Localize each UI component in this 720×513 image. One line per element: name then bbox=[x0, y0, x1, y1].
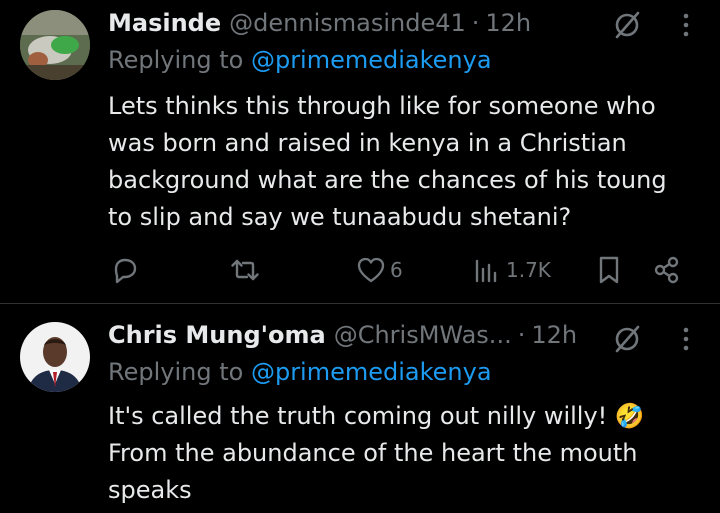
display-name[interactable]: Masinde bbox=[108, 9, 221, 37]
grok-icon[interactable] bbox=[612, 10, 642, 40]
avatar-image bbox=[20, 10, 90, 80]
tweet-text-line: Lets thinks this through like for someon… bbox=[108, 92, 656, 120]
views-icon bbox=[475, 259, 497, 283]
replying-to: Replying to @primemediakenya bbox=[108, 358, 492, 386]
reply-icon bbox=[114, 258, 137, 284]
more-icon[interactable] bbox=[678, 10, 694, 40]
action-bar: 6 1.7K bbox=[108, 252, 698, 288]
reply-button[interactable] bbox=[108, 252, 142, 288]
tweet[interactable]: Masinde @dennismasinde41 · 12h Replying … bbox=[0, 0, 720, 304]
retweet-button[interactable] bbox=[228, 252, 262, 288]
timestamp[interactable]: 12h bbox=[531, 321, 577, 349]
avatar-image bbox=[20, 322, 90, 392]
tweet-text-line: speaks bbox=[108, 476, 192, 504]
views-button[interactable]: 1.7K bbox=[472, 252, 551, 288]
user-handle[interactable]: @dennismasinde41 bbox=[229, 9, 466, 37]
tweet-text-line: to slip and say we tunaabudu shetani? bbox=[108, 203, 572, 231]
like-count: 6 bbox=[390, 258, 403, 282]
tweet-text: Lets thinks this through like for someon… bbox=[108, 88, 698, 236]
grok-icon[interactable] bbox=[612, 324, 642, 354]
like-icon bbox=[357, 257, 385, 283]
replying-prefix: Replying to bbox=[108, 46, 244, 74]
tweet[interactable]: Chris Mung'oma @ChrisMWas... · 12h Reply… bbox=[0, 304, 720, 513]
tweet-text-line: From the abundance of the heart the mout… bbox=[108, 439, 638, 467]
replying-prefix: Replying to bbox=[108, 358, 244, 386]
like-button[interactable]: 6 bbox=[356, 252, 403, 288]
separator: · bbox=[517, 321, 526, 349]
avatar[interactable] bbox=[20, 322, 90, 392]
user-handle[interactable]: @ChrisMWas... bbox=[334, 321, 512, 349]
replying-to: Replying to @primemediakenya bbox=[108, 46, 492, 74]
mention-link[interactable]: @primemediakenya bbox=[251, 46, 492, 74]
share-icon bbox=[654, 256, 679, 284]
more-icon[interactable] bbox=[678, 324, 694, 354]
timestamp[interactable]: 12h bbox=[485, 9, 531, 37]
view-count: 1.7K bbox=[506, 258, 551, 282]
bookmark-icon bbox=[599, 256, 619, 284]
tweet-text-line: background what are the chances of his t… bbox=[108, 166, 667, 194]
tweet-text-line: It's called the truth coming out nilly w… bbox=[108, 402, 645, 430]
tweet-text: It's called the truth coming out nilly w… bbox=[108, 398, 698, 509]
mention-link[interactable]: @primemediakenya bbox=[251, 358, 492, 386]
share-button[interactable] bbox=[650, 252, 684, 288]
separator: · bbox=[471, 9, 480, 37]
tweet-header: Chris Mung'oma @ChrisMWas... · 12h bbox=[108, 320, 577, 350]
display-name[interactable]: Chris Mung'oma bbox=[108, 321, 326, 349]
retweet-icon bbox=[231, 259, 259, 281]
tweet-text-line: was born and raised in kenya in a Christ… bbox=[108, 129, 627, 157]
bookmark-button[interactable] bbox=[594, 252, 624, 288]
avatar[interactable] bbox=[20, 10, 90, 80]
tweet-header: Masinde @dennismasinde41 · 12h bbox=[108, 8, 531, 38]
